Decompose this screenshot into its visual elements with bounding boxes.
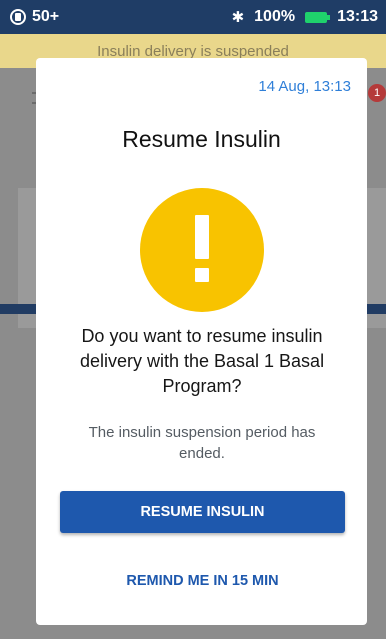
resume-insulin-dialog: 14 Aug, 13:13 Resume Insulin Do you want…: [36, 58, 367, 625]
exclamation-bar: [195, 215, 209, 259]
suspended-banner-text: Insulin delivery is suspended: [97, 42, 289, 60]
screen: 50+ ✱ 100% 13:13 Insulin delivery is sus…: [0, 0, 386, 639]
dialog-note: The insulin suspension period has ended.: [88, 424, 316, 462]
bluetooth-icon: ✱: [231, 9, 245, 26]
remind-later-button[interactable]: REMIND ME IN 15 MIN: [60, 563, 345, 599]
notification-count: 50+: [32, 8, 60, 25]
status-right: ✱ 100% 13:13: [232, 8, 378, 26]
status-time: 13:13: [337, 8, 378, 25]
notification-icon: [10, 9, 26, 25]
warning-exclamation-icon: [140, 188, 264, 312]
resume-insulin-button[interactable]: RESUME INSULIN: [60, 491, 345, 533]
dialog-question: Do you want to resume insulin delivery w…: [79, 326, 325, 396]
dialog-timestamp: 14 Aug, 13:13: [258, 78, 351, 95]
exclamation-dot: [195, 268, 209, 282]
status-bar: 50+ ✱ 100% 13:13: [0, 0, 386, 34]
status-left: 50+: [10, 8, 59, 26]
dialog-title: Resume Insulin: [122, 126, 281, 152]
battery-icon: [305, 11, 331, 23]
notification-badge: 1: [368, 84, 386, 102]
battery-percent: 100%: [254, 8, 296, 25]
